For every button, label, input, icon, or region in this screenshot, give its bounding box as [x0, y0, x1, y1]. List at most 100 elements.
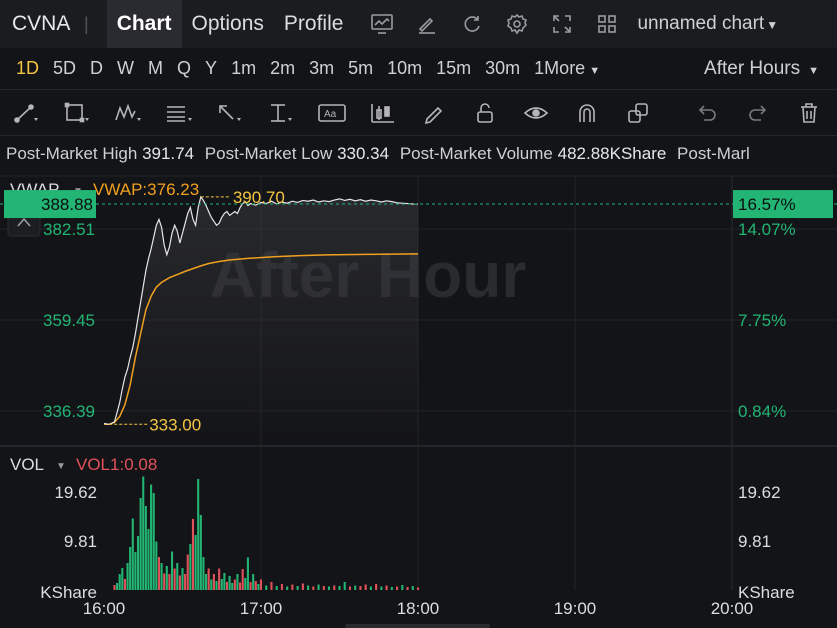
- timeframe-2m[interactable]: 2m: [263, 58, 302, 79]
- volume-bar: [280, 584, 283, 590]
- volume-bar: [123, 579, 126, 590]
- timeframe-list: 1D 5D D W M Q Y 1m 2m 3m 5m 10m 15m 30m …: [0, 58, 607, 79]
- caret-down-icon: ▼: [589, 65, 601, 77]
- fib-tool-icon[interactable]: [153, 90, 204, 136]
- right-tick-label: 0.84%: [738, 402, 786, 421]
- volume-bar: [312, 586, 315, 590]
- post-market-stats: Post-Market High 391.74 Post-Market Low …: [0, 136, 837, 172]
- magnet-icon[interactable]: [561, 90, 612, 136]
- volume-bar: [176, 563, 179, 590]
- volume-bar: [354, 585, 357, 590]
- undo-icon[interactable]: [681, 90, 732, 136]
- redo-icon[interactable]: [732, 90, 783, 136]
- volume-bar: [160, 563, 163, 590]
- volume-bar: [333, 585, 336, 590]
- post-market-low-value: 330.34: [337, 144, 390, 163]
- eye-icon[interactable]: [510, 90, 561, 136]
- volume-bar: [131, 518, 134, 590]
- volume-bar: [385, 585, 388, 590]
- timeframe-5d[interactable]: 5D: [46, 58, 83, 79]
- volume-bar: [126, 563, 129, 590]
- volume-bar: [348, 586, 352, 590]
- volume-bar: [134, 552, 137, 590]
- session-dropdown[interactable]: After Hours ▼: [704, 58, 819, 80]
- session-label: After Hours: [704, 58, 801, 79]
- current-percent-value: 16.57%: [738, 195, 796, 214]
- volume-bar: [165, 566, 168, 590]
- tab-chart[interactable]: Chart: [106, 0, 182, 48]
- volume-bar: [239, 582, 242, 590]
- timeframe-d[interactable]: D: [83, 58, 110, 79]
- chart-type-icon[interactable]: [359, 0, 404, 48]
- vol-indicator-value: VOL1:0.08: [76, 455, 157, 474]
- volume-bar: [207, 568, 210, 590]
- timeframe-m[interactable]: M: [141, 58, 170, 79]
- volume-bar: [270, 582, 273, 590]
- volume-bar: [317, 584, 320, 590]
- top-bar: CVNA | Chart Options Profile unnamed cha…: [0, 0, 837, 48]
- volume-bar: [228, 576, 231, 590]
- volume-bar: [118, 574, 121, 590]
- timeframe-more[interactable]: 1More ▼: [527, 58, 607, 79]
- x-axis-label: 19:00: [554, 599, 597, 618]
- volume-bar: [411, 586, 414, 590]
- volume-bar: [296, 586, 299, 590]
- x-axis-label: 20:00: [711, 599, 754, 618]
- volume-bar: [254, 581, 257, 590]
- x-axis-label: 18:00: [397, 599, 440, 618]
- volume-bar: [233, 579, 236, 590]
- layout-grid-icon[interactable]: [584, 0, 629, 48]
- volume-bar: [129, 547, 132, 590]
- volume-tick-label: 9.81: [64, 532, 97, 551]
- vol-indicator-label[interactable]: VOL: [10, 455, 44, 474]
- timeframe-10m[interactable]: 10m: [380, 58, 429, 79]
- volume-bar: [142, 476, 145, 590]
- measure-tool-icon[interactable]: [255, 90, 306, 136]
- timeframe-30m[interactable]: 30m: [478, 58, 527, 79]
- fullscreen-icon[interactable]: [539, 0, 584, 48]
- volume-bar: [202, 557, 205, 590]
- left-tick-label: 382.51: [43, 220, 95, 239]
- pen-icon[interactable]: [408, 90, 459, 136]
- trash-icon[interactable]: [783, 90, 834, 136]
- gear-icon[interactable]: [494, 0, 539, 48]
- timeframe-1d[interactable]: 1D: [9, 58, 46, 79]
- volume-tick-label: 9.81: [738, 532, 771, 551]
- volume-bar: [181, 568, 184, 590]
- volume-tick-label: 19.62: [738, 483, 781, 502]
- arrow-tool-icon[interactable]: [204, 90, 255, 136]
- x-axis-label: 17:00: [240, 599, 283, 618]
- trend-line-icon[interactable]: [0, 90, 51, 136]
- horizontal-scrollbar[interactable]: [345, 624, 490, 628]
- rectangle-tool-icon[interactable]: [51, 90, 102, 136]
- post-market-high-value: 391.74: [142, 144, 195, 163]
- tab-options[interactable]: Options: [182, 0, 274, 48]
- volume-bar: [359, 586, 362, 590]
- refresh-icon[interactable]: [449, 0, 494, 48]
- volume-bar: [194, 535, 197, 590]
- timeframe-5m[interactable]: 5m: [341, 58, 380, 79]
- volume-bar: [406, 587, 409, 590]
- timeframe-15m[interactable]: 15m: [429, 58, 478, 79]
- pattern-tool-icon[interactable]: [102, 90, 153, 136]
- timeframe-1m[interactable]: 1m: [224, 58, 263, 79]
- volume-bar: [155, 541, 158, 590]
- right-tick-label: 14.07%: [738, 220, 796, 239]
- timeframe-y[interactable]: Y: [198, 58, 224, 79]
- edit-icon[interactable]: [404, 0, 449, 48]
- unlock-icon[interactable]: [459, 90, 510, 136]
- symbol-label[interactable]: CVNA: [0, 12, 80, 36]
- timeframe-w[interactable]: W: [110, 58, 141, 79]
- chart-name-dropdown[interactable]: unnamed chart ▼: [637, 13, 778, 35]
- volume-bar: [291, 584, 294, 590]
- price-volume-chart[interactable]: After Hour VWAP ▼ VWAP:376.23 382.51 359…: [0, 172, 837, 628]
- right-tick-label: 7.75%: [738, 311, 786, 330]
- text-tool-icon[interactable]: Aa: [306, 90, 357, 136]
- volume-bar: [225, 582, 229, 590]
- tab-profile[interactable]: Profile: [274, 0, 354, 48]
- candle-tool-icon[interactable]: [357, 90, 408, 136]
- timeframe-3m[interactable]: 3m: [302, 58, 341, 79]
- layers-icon[interactable]: [612, 90, 663, 136]
- timeframe-q[interactable]: Q: [170, 58, 198, 79]
- caret-down-icon[interactable]: ▼: [56, 461, 66, 472]
